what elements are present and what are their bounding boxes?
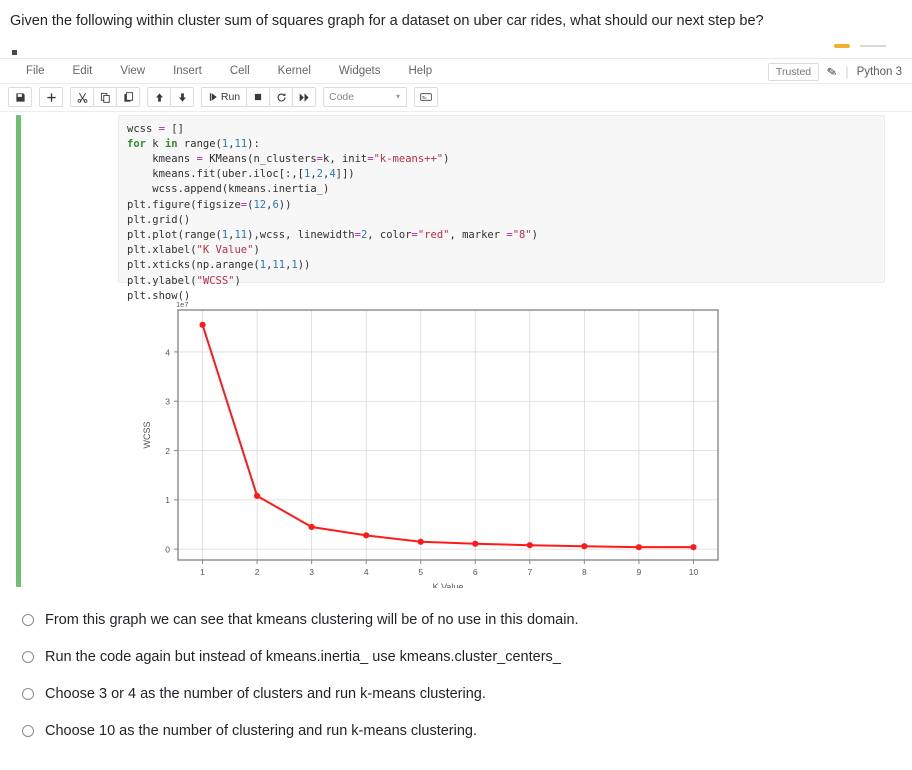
move-cell-up-button[interactable]: [147, 87, 171, 108]
kernel-status-area: Trusted ✎ | Python 3: [767, 59, 902, 85]
option-label-c: Choose 3 or 4 as the number of clusters …: [45, 686, 486, 703]
radio-button-b[interactable]: [22, 651, 34, 664]
restart-and-run-all-button[interactable]: [292, 87, 316, 108]
save-button[interactable]: [8, 87, 32, 108]
run-cell-button[interactable]: Run: [201, 87, 247, 108]
paste-cells-button[interactable]: [116, 87, 140, 108]
toolbar-group-clipboard: [70, 87, 140, 108]
trusted-badge: Trusted: [767, 62, 820, 81]
menu-bar: File Edit View Insert Cell Kernel Widget…: [0, 57, 912, 85]
option-label-a: From this graph we can see that kmeans c…: [45, 612, 579, 629]
svg-text:4: 4: [165, 347, 170, 357]
toolbar-group-save: [8, 87, 32, 108]
svg-text:1e7: 1e7: [176, 300, 189, 309]
chevron-down-icon: ▾: [395, 92, 400, 102]
svg-text:1: 1: [200, 567, 205, 577]
move-cell-down-button[interactable]: [170, 87, 194, 108]
svg-text:7: 7: [527, 567, 532, 577]
code-cell-input[interactable]: wcss = [] for k in range(1,11): kmeans =…: [118, 114, 885, 302]
menu-item-widgets[interactable]: Widgets: [325, 58, 395, 84]
svg-text:6: 6: [473, 567, 478, 577]
copy-cells-button[interactable]: [93, 87, 117, 108]
wcss-elbow-plot: 0 1 2 3 4 1 2 3 4 5 6 7 8 9 10 1e7 K Value WCSS: [142, 300, 719, 588]
radio-button-d[interactable]: [22, 725, 34, 738]
menu-item-cell[interactable]: Cell: [216, 58, 264, 84]
jupyter-logo-icon: [12, 49, 17, 55]
answer-options: From this graph we can see that kmeans c…: [0, 594, 912, 750]
toolbar-group-run: Run: [201, 87, 316, 108]
notebook-logo-row: [0, 42, 912, 58]
cell-type-value: Code: [329, 91, 355, 104]
notebook-cell: wcss = [] for k in range(1,11): kmeans =…: [0, 112, 912, 594]
option-label-b: Run the code again but instead of kmeans…: [45, 649, 561, 666]
menu-item-kernel[interactable]: Kernel: [264, 58, 325, 84]
toolbar-group-add: [39, 87, 63, 108]
option-row-a[interactable]: From this graph we can see that kmeans c…: [22, 602, 912, 639]
svg-text:3: 3: [165, 396, 170, 406]
option-row-d[interactable]: Choose 10 as the number of clustering an…: [22, 713, 912, 750]
option-row-c[interactable]: Choose 3 or 4 as the number of clusters …: [22, 676, 912, 713]
menu-item-file[interactable]: File: [12, 58, 59, 84]
pencil-icon[interactable]: ✎: [826, 64, 838, 80]
logout-indicator-icon: [834, 43, 850, 48]
run-button-label: Run: [220, 91, 241, 104]
toolbar-group-move: [147, 87, 194, 108]
option-row-b[interactable]: Run the code again but instead of kmeans…: [22, 639, 912, 676]
svg-text:4: 4: [364, 567, 369, 577]
menu-item-help[interactable]: Help: [394, 58, 446, 84]
svg-text:0: 0: [165, 544, 170, 554]
cut-cells-button[interactable]: [70, 87, 94, 108]
svg-text:1: 1: [165, 495, 170, 505]
cell-type-select[interactable]: Code ▾: [323, 87, 407, 108]
svg-text:10: 10: [689, 567, 699, 577]
svg-text:8: 8: [582, 567, 587, 577]
svg-text:9: 9: [637, 567, 642, 577]
svg-text:2: 2: [165, 445, 170, 455]
question-text: Given the following within cluster sum o…: [10, 13, 764, 29]
notebook-topbar-right: [834, 43, 886, 48]
toolbar-group-palette: [414, 87, 438, 108]
command-palette-button[interactable]: [414, 87, 438, 108]
svg-text:WCSS: WCSS: [142, 421, 152, 448]
code-cell-source: wcss = [] for k in range(1,11): kmeans =…: [127, 122, 538, 302]
topbar-divider: [860, 44, 886, 47]
chart-output: 0 1 2 3 4 1 2 3 4 5 6 7 8 9 10 1e7 K Value WCSS: [130, 298, 730, 588]
menu-item-insert[interactable]: Insert: [159, 58, 216, 84]
radio-button-c[interactable]: [22, 688, 34, 701]
svg-text:5: 5: [418, 567, 423, 577]
interrupt-kernel-button[interactable]: [246, 87, 270, 108]
cell-selection-marker: [16, 114, 21, 587]
radio-button-a[interactable]: [22, 614, 34, 627]
option-label-d: Choose 10 as the number of clustering an…: [45, 723, 478, 740]
menu-item-edit[interactable]: Edit: [59, 58, 107, 84]
svg-text:K Value: K Value: [433, 582, 464, 588]
kernel-divider: |: [845, 64, 849, 80]
jupyter-notebook: File Edit View Insert Cell Kernel Widget…: [0, 42, 912, 594]
kernel-indicator[interactable]: Python 3: [857, 66, 902, 78]
insert-cell-below-button[interactable]: [39, 87, 63, 108]
notebook-toolbar: Run Code ▾: [0, 83, 912, 112]
svg-text:2: 2: [255, 567, 260, 577]
restart-kernel-button[interactable]: [269, 87, 293, 108]
svg-text:3: 3: [309, 567, 314, 577]
menu-item-view[interactable]: View: [106, 58, 159, 84]
